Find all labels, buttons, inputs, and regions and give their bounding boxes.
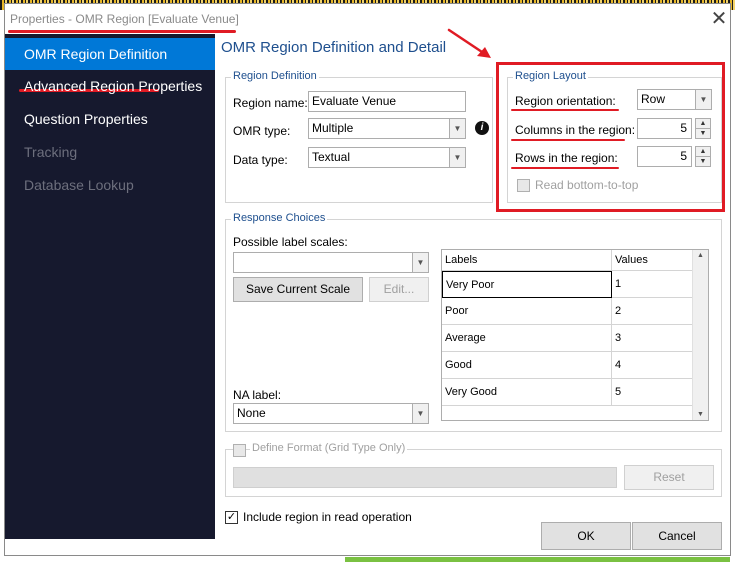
na-label-value: None <box>237 406 266 420</box>
table-cell-value[interactable]: 5 <box>612 379 694 406</box>
edit-button: Edit... <box>369 277 429 302</box>
properties-dialog: Properties - OMR Region [Evaluate Venue]… <box>4 3 731 556</box>
data-type-value: Textual <box>312 150 351 164</box>
include-region-label: Include region in read operation <box>243 510 412 524</box>
background-window-strip-bottom <box>345 557 730 562</box>
cancel-button[interactable]: Cancel <box>632 522 722 550</box>
omr-type-select[interactable]: Multiple ▼ <box>308 118 466 139</box>
close-icon[interactable]: ✕ <box>708 8 730 30</box>
include-region-checkbox[interactable]: ✓ <box>225 511 238 524</box>
sidebar-item-question-properties[interactable]: Question Properties <box>5 103 215 135</box>
sidebar-item-advanced-region-properties[interactable]: Advanced Region Properties <box>5 70 215 102</box>
omr-type-label: OMR type: <box>233 124 291 138</box>
annotation-underline <box>8 30 236 33</box>
scroll-down-icon[interactable]: ▼ <box>693 411 708 418</box>
table-cell-label[interactable]: Poor <box>442 298 612 325</box>
table-row[interactable]: Poor 2 <box>442 298 694 325</box>
data-type-select[interactable]: Textual ▼ <box>308 147 466 168</box>
chevron-down-icon: ▼ <box>412 253 428 272</box>
table-row[interactable]: Very Poor 1 <box>442 271 694 298</box>
annotation-highlight-box <box>496 62 725 212</box>
table-scrollbar[interactable]: ▲ ▼ <box>692 250 708 420</box>
table-row[interactable]: Good 4 <box>442 352 694 379</box>
table-cell-label[interactable]: Very Poor <box>442 271 612 298</box>
table-cell-value[interactable]: 3 <box>612 325 694 352</box>
table-row[interactable]: Average 3 <box>442 325 694 352</box>
table-row[interactable]: Very Good 5 <box>442 379 694 406</box>
sidebar-item-database-lookup: Database Lookup <box>24 177 134 193</box>
omr-type-value: Multiple <box>312 121 354 135</box>
chevron-down-icon: ▼ <box>449 119 465 138</box>
label-scales-select[interactable]: ▼ <box>233 252 429 273</box>
table-cell-label[interactable]: Average <box>442 325 612 352</box>
page-title: OMR Region Definition and Detail <box>221 39 447 56</box>
table-cell-value[interactable]: 4 <box>612 352 694 379</box>
table-cell-label[interactable]: Good <box>442 352 612 379</box>
response-choices-title: Response Choices <box>231 212 328 224</box>
define-format-checkbox <box>233 444 246 457</box>
chevron-down-icon: ▼ <box>449 148 465 167</box>
region-name-label: Region name: <box>233 96 308 110</box>
region-definition-title: Region Definition <box>231 70 319 82</box>
choices-table[interactable]: Labels Values Very Poor 1 Poor 2 Average… <box>441 249 709 421</box>
region-name-input[interactable]: Evaluate Venue <box>308 91 466 112</box>
annotation-arrow-icon <box>447 28 491 58</box>
sidebar-item-omr-region-definition[interactable]: OMR Region Definition <box>5 38 215 70</box>
define-format-input <box>233 467 617 488</box>
save-current-scale-button[interactable]: Save Current Scale <box>233 277 363 302</box>
na-label: NA label: <box>233 388 282 402</box>
chevron-down-icon: ▼ <box>412 404 428 423</box>
table-cell-label[interactable]: Very Good <box>442 379 612 406</box>
window-title: Properties - OMR Region [Evaluate Venue] <box>10 12 239 26</box>
define-format-group: Define Format (Grid Type Only) Reset <box>225 442 722 497</box>
na-label-select[interactable]: None ▼ <box>233 403 429 424</box>
sidebar-item-tracking: Tracking <box>24 144 78 160</box>
scroll-up-icon[interactable]: ▲ <box>693 252 708 259</box>
column-header-values[interactable]: Values <box>612 250 694 271</box>
sidebar: OMR Region Definition Advanced Region Pr… <box>5 34 215 539</box>
ok-button[interactable]: OK <box>541 522 631 550</box>
table-cell-value[interactable]: 2 <box>612 298 694 325</box>
define-format-label: Define Format (Grid Type Only) <box>250 442 408 454</box>
info-icon[interactable]: i <box>475 121 489 135</box>
table-cell-value[interactable]: 1 <box>612 271 694 298</box>
column-header-labels[interactable]: Labels <box>442 250 612 271</box>
reset-button: Reset <box>624 465 714 490</box>
data-type-label: Data type: <box>233 153 288 167</box>
region-definition-group: Region Definition Region name: Evaluate … <box>225 70 493 203</box>
title-bar: Properties - OMR Region [Evaluate Venue]… <box>5 4 730 34</box>
possible-label-scales-label: Possible label scales: <box>233 235 348 249</box>
